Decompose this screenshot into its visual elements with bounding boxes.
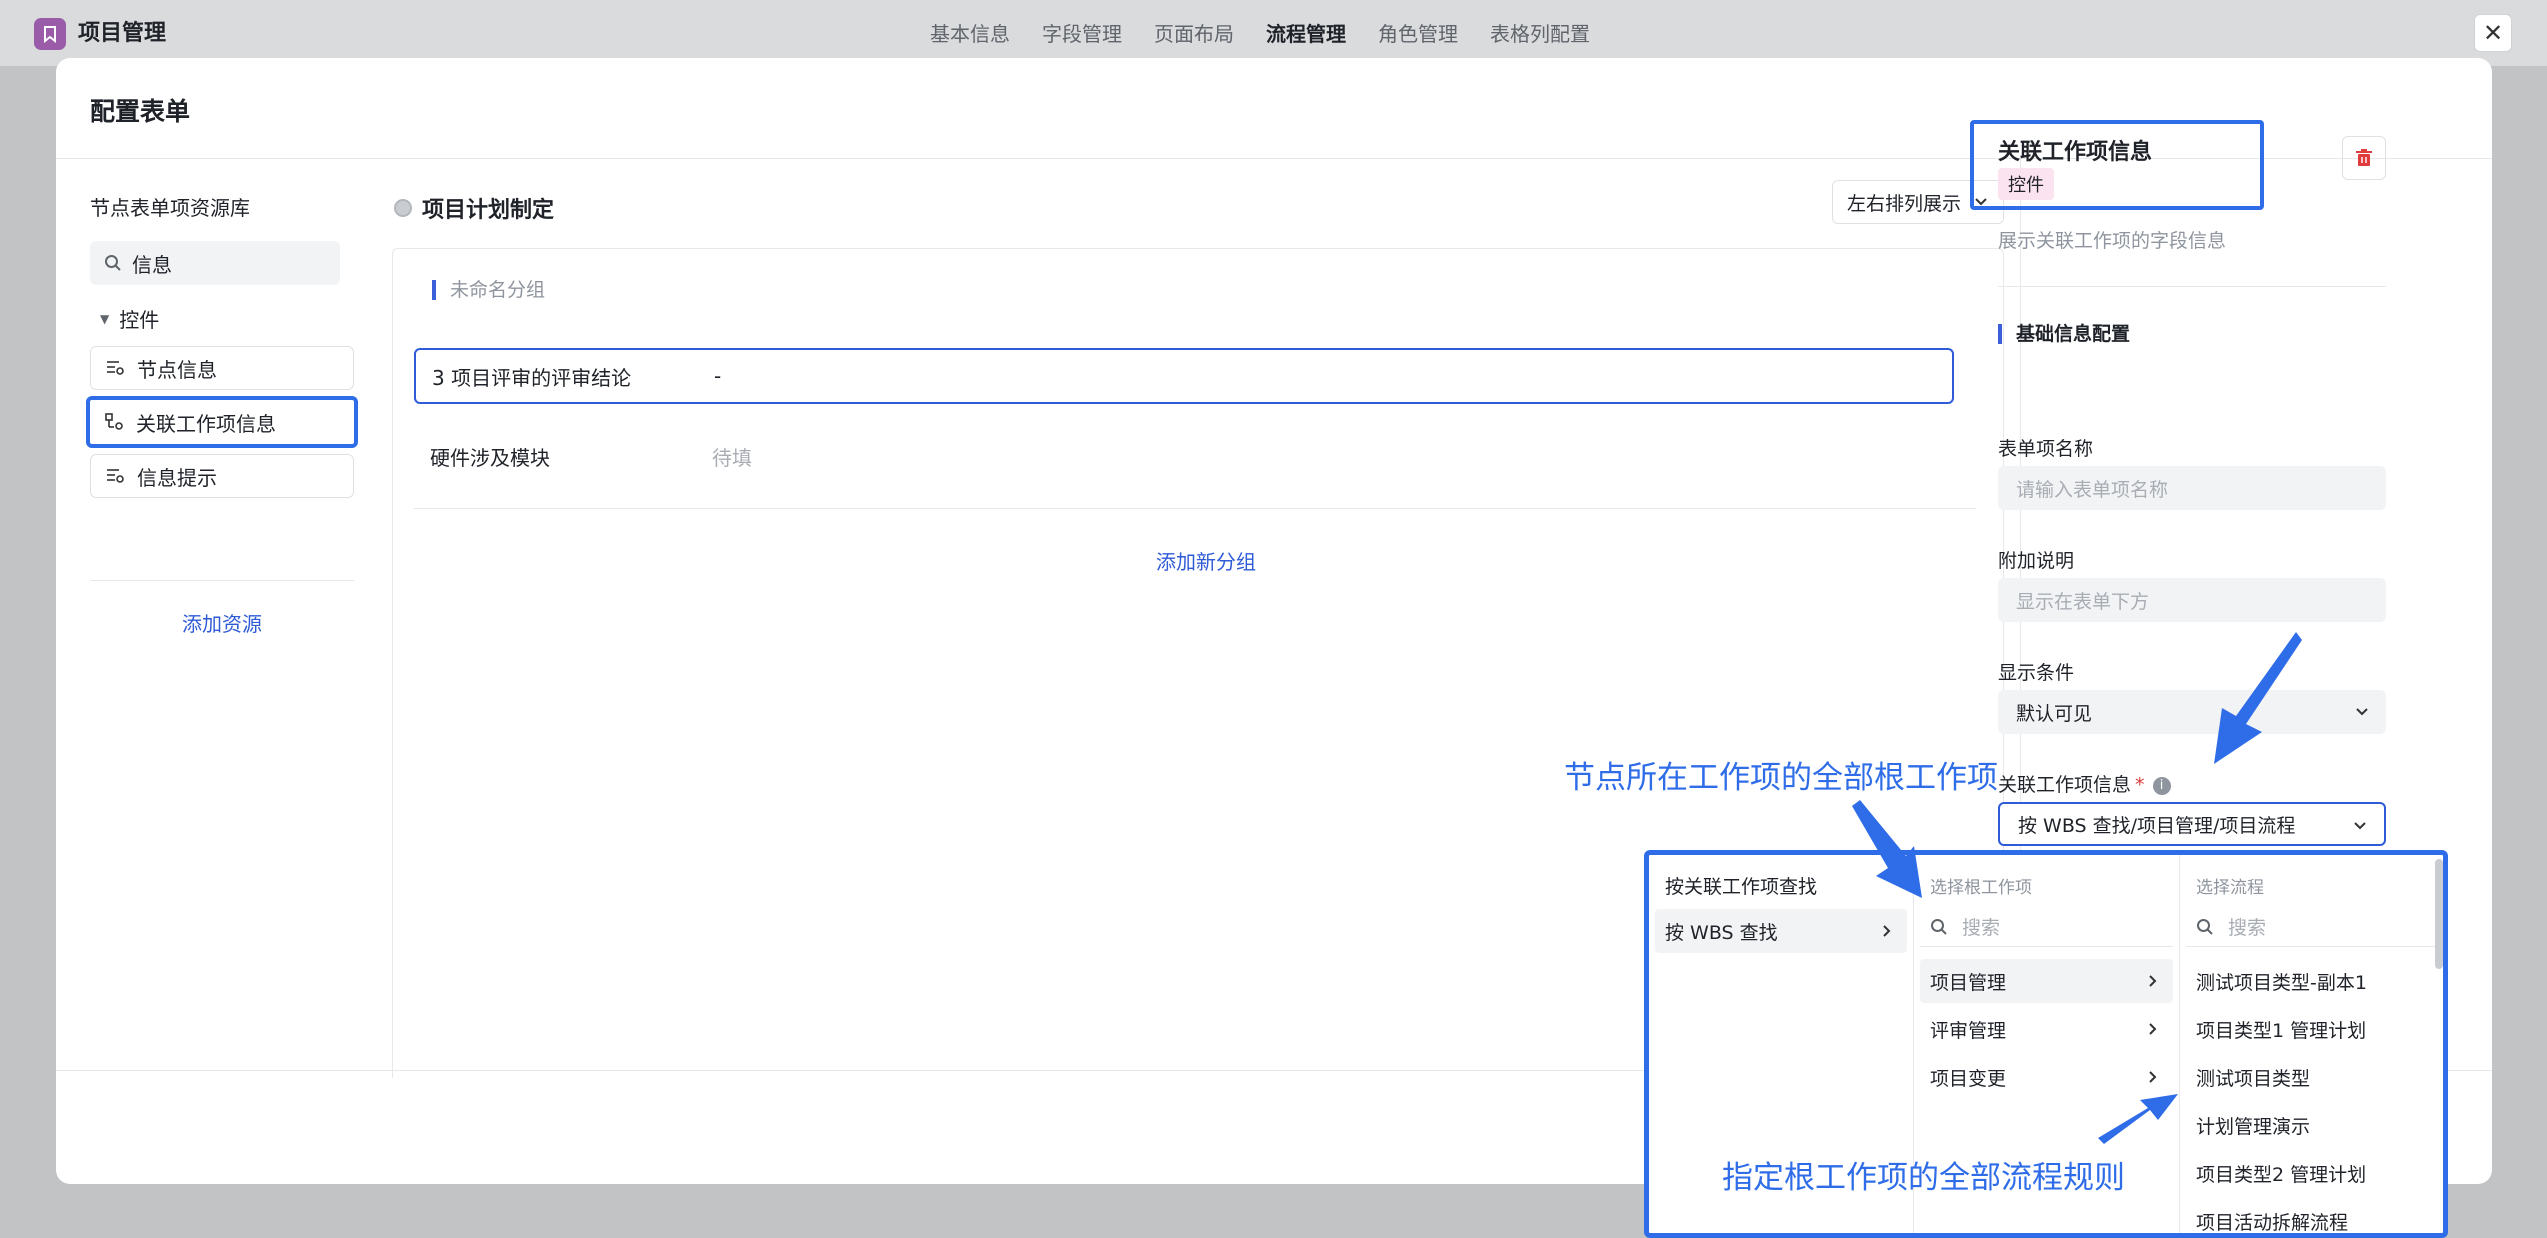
search-icon <box>105 255 121 271</box>
cascader-option-flow[interactable]: 测试项目类型 <box>2186 1055 2443 1099</box>
cascader-option-label: 项目变更 <box>1930 1067 2007 1090</box>
tab-table-columns[interactable]: 表格列配置 <box>1490 18 1590 50</box>
app-logo-icon <box>34 18 66 50</box>
app-topbar: 项目管理 基本信息 字段管理 页面布局 流程管理 角色管理 表格列配置 ✕ <box>0 0 2547 66</box>
search-placeholder: 搜索 <box>2228 917 2267 939</box>
tab-basic-info[interactable]: 基本信息 <box>930 18 1010 50</box>
condition-select[interactable]: 默认可见 <box>1998 690 2386 734</box>
add-group-button[interactable]: 添加新分组 <box>1156 546 1256 575</box>
form-field-row[interactable]: 3 项目评审的评审结论 - <box>414 348 1954 404</box>
flow-search-input[interactable]: 搜索 <box>2186 907 2443 947</box>
annotation-flow-rules: 指定根工作项的全部流程规则 <box>1722 1160 2125 1196</box>
tab-page-layout[interactable]: 页面布局 <box>1154 18 1234 50</box>
condition-label: 显示条件 <box>1998 662 2075 684</box>
library-search-input[interactable]: 信息 <box>90 241 340 285</box>
control-tag: 控件 <box>1998 168 2054 200</box>
cascader-option-flow[interactable]: 项目类型2 管理计划 <box>2186 1151 2443 1195</box>
field-value: - <box>714 364 722 388</box>
caret-down-icon: ▼ <box>100 311 110 326</box>
linked-work-item-label: 关联工作项信息 * i <box>1998 770 2171 797</box>
field-label: 3 项目评审的评审结论 <box>432 365 632 390</box>
chevron-right-icon <box>2149 975 2157 987</box>
field-value: 待填 <box>712 445 752 470</box>
library-search-value: 信息 <box>132 252 172 277</box>
chevron-right-icon <box>1883 925 1891 937</box>
list-settings-icon <box>107 361 124 375</box>
chevron-right-icon <box>2149 1071 2157 1083</box>
resource-item-label: 信息提示 <box>137 465 217 490</box>
app-title: 项目管理 <box>78 21 167 46</box>
resource-item-linked-work-item[interactable]: 关联工作项信息 <box>86 396 358 448</box>
tab-field-management[interactable]: 字段管理 <box>1042 18 1122 50</box>
delete-button[interactable] <box>2342 136 2386 180</box>
node-title: 项目计划制定 <box>394 192 554 224</box>
root-item-search-input[interactable]: 搜索 <box>1920 907 2173 947</box>
cascader-column-flow: 选择流程 搜索 测试项目类型-副本1 项目类型1 管理计划 测试项目类型 计划管… <box>2179 855 2443 1233</box>
column-header: 选择根工作项 <box>1930 878 2032 898</box>
note-input[interactable]: 显示在表单下方 <box>1998 578 2386 622</box>
cascader-option-by-wbs[interactable]: 按 WBS 查找 <box>1655 909 1907 953</box>
resource-item-label: 节点信息 <box>137 357 217 382</box>
cascader-option-project-management[interactable]: 项目管理 <box>1920 959 2173 1003</box>
chevron-right-icon <box>2149 1023 2157 1035</box>
chevron-down-icon <box>2356 708 2368 716</box>
column-header: 选择流程 <box>2196 878 2264 898</box>
info-icon[interactable]: i <box>2152 776 2171 795</box>
condition-select-value: 默认可见 <box>2016 702 2093 725</box>
note-label: 附加说明 <box>1998 550 2075 572</box>
node-title-text: 项目计划制定 <box>422 198 555 223</box>
top-tabs: 基本信息 字段管理 页面布局 流程管理 角色管理 表格列配置 <box>930 18 1622 50</box>
cascader-option-label: 评审管理 <box>1930 1019 2007 1042</box>
tree-group-label: 控件 <box>119 308 160 332</box>
link-settings-icon <box>105 413 123 430</box>
cascader-option-flow[interactable]: 项目类型1 管理计划 <box>2186 1007 2443 1051</box>
tree-group-controls[interactable]: ▼ 控件 <box>100 304 159 333</box>
modal-title: 配置表单 <box>90 97 191 126</box>
search-icon <box>1931 918 1947 935</box>
cascader-option-project-change[interactable]: 项目变更 <box>1920 1055 2173 1099</box>
status-dot-icon <box>394 199 412 217</box>
properties-description: 展示关联工作项的字段信息 <box>1998 230 2227 252</box>
tab-flow-management[interactable]: 流程管理 <box>1266 18 1346 50</box>
resource-item-node-info[interactable]: 节点信息 <box>90 346 354 390</box>
close-icon[interactable]: ✕ <box>2474 14 2512 52</box>
field-label: 硬件涉及模块 <box>430 445 550 470</box>
resource-item-label: 关联工作项信息 <box>136 411 276 436</box>
layout-select-value: 左右排列展示 <box>1847 192 1962 215</box>
cascader-option-review-management[interactable]: 评审管理 <box>1920 1007 2173 1051</box>
required-mark: * <box>2135 774 2145 796</box>
divider <box>90 580 354 581</box>
group-label[interactable]: 未命名分组 <box>432 280 545 300</box>
section-title: 基础信息配置 <box>1998 324 2130 344</box>
cascader-option-flow[interactable]: 项目活动拆解流程 <box>2186 1199 2443 1234</box>
cascader-option-by-linked-item[interactable]: 按关联工作项查找 <box>1655 863 1907 907</box>
linked-work-item-select[interactable]: 按 WBS 查找/项目管理/项目流程 <box>1998 802 2386 846</box>
search-icon <box>2197 918 2213 935</box>
cascader-option-label: 按 WBS 查找 <box>1665 921 1778 944</box>
tab-role-management[interactable]: 角色管理 <box>1378 18 1458 50</box>
annotation-root-items: 节点所在工作项的全部根工作项 <box>1564 760 1998 796</box>
add-resource-button[interactable]: 添加资源 <box>90 608 354 637</box>
name-input[interactable]: 请输入表单项名称 <box>1998 466 2386 510</box>
resource-item-info-tip[interactable]: 信息提示 <box>90 454 354 498</box>
search-placeholder: 搜索 <box>1962 917 2001 939</box>
list-settings-icon <box>107 469 124 483</box>
properties-title: 关联工作项信息 <box>1998 140 2153 165</box>
form-field-row[interactable]: 硬件涉及模块 待填 <box>414 428 1954 484</box>
divider <box>414 508 1976 509</box>
cascader-option-label: 项目管理 <box>1930 971 2007 994</box>
library-title: 节点表单项资源库 <box>90 196 250 220</box>
scrollbar[interactable] <box>2435 859 2443 969</box>
divider <box>1998 286 2386 287</box>
chevron-down-icon <box>2354 822 2366 830</box>
linked-work-item-label-text: 关联工作项信息 <box>1998 774 2132 796</box>
cascader-option-flow[interactable]: 计划管理演示 <box>2186 1103 2443 1147</box>
cascader-option-flow[interactable]: 测试项目类型-副本1 <box>2186 959 2443 1003</box>
linked-work-item-select-value: 按 WBS 查找/项目管理/项目流程 <box>2018 814 2296 837</box>
name-label: 表单项名称 <box>1998 438 2094 460</box>
trash-icon <box>2356 149 2372 166</box>
